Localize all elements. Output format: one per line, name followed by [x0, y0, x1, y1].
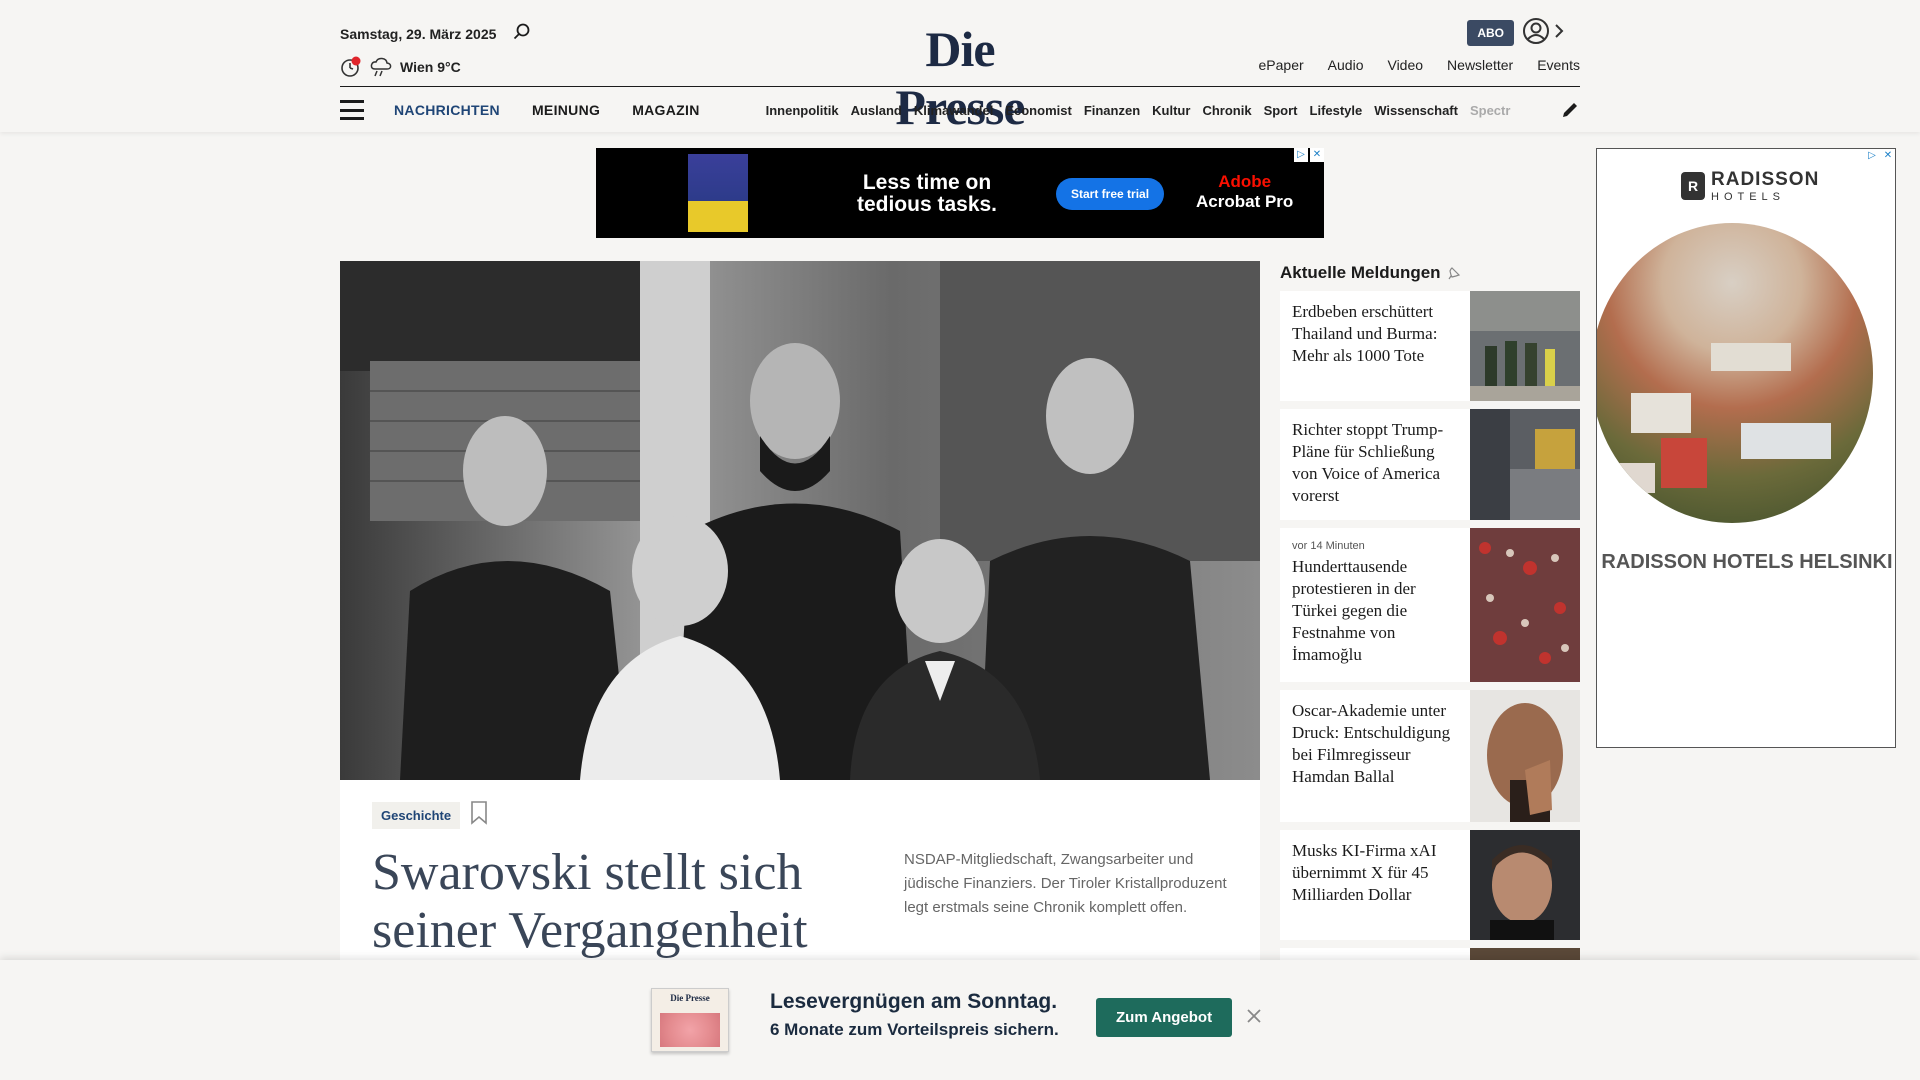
- radisson-brand: RADISSON: [1711, 169, 1820, 190]
- news-item-title: Richter stoppt Trump-Pläne für Schließun…: [1292, 420, 1444, 505]
- nav-kultur[interactable]: Kultur: [1152, 103, 1190, 118]
- nav-chronik[interactable]: Chronik: [1202, 103, 1251, 118]
- ad-close-icon[interactable]: ✕: [1881, 149, 1895, 163]
- news-item-thumbnail: [1470, 409, 1580, 520]
- historical-photo: [340, 261, 1260, 780]
- main-navigation: NACHRICHTEN MEINUNG MAGAZIN Innenpolitik…: [340, 96, 1580, 124]
- service-links: ePaper Audio Video Newsletter Events: [1259, 57, 1580, 73]
- header-inner: Samstag, 29. März 2025 Wien 9°C Die Pres…: [340, 0, 1580, 135]
- news-item-title: Musks KI-Firma xAI übernimmt X für 45 Mi…: [1292, 841, 1437, 904]
- ad-brand-line1: Adobe: [1218, 172, 1272, 191]
- nav-innenpolitik[interactable]: Innenpolitik: [766, 103, 839, 118]
- ad-controls-right: ▷ ✕: [1865, 149, 1895, 163]
- promo-text: Lesevergnügen am Sonntag. 6 Monate zum V…: [770, 990, 1059, 1040]
- promo-subline: 6 Monate zum Vorteilspreis sichern.: [770, 1020, 1059, 1039]
- promo-newspaper-thumbnail: Die Presse: [651, 988, 729, 1052]
- article-teaser: NSDAP-Mitgliedschaft, Zwangsarbeiter und…: [904, 851, 1227, 916]
- article-hero-image[interactable]: [340, 261, 1260, 780]
- ad-cta-button[interactable]: Start free trial: [1056, 178, 1165, 210]
- nav-lifestyle[interactable]: Lifestyle: [1310, 103, 1363, 118]
- nav-ausland[interactable]: Ausland: [851, 103, 902, 118]
- rain-cloud-icon: [370, 57, 392, 77]
- news-item-title-block: vor 14 Minuten Hunderttausende protestie…: [1292, 538, 1464, 666]
- news-item-thumbnail: [1470, 528, 1580, 682]
- nav-economist[interactable]: Economist: [1005, 103, 1071, 118]
- nav-wissenschaft[interactable]: Wissenschaft: [1374, 103, 1458, 118]
- promo-headline: Lesevergnügen am Sonntag.: [770, 990, 1058, 1013]
- ad-brand: Adobe Acrobat Pro: [1196, 172, 1293, 212]
- news-item[interactable]: Musks KI-Firma xAI übernimmt X für 45 Mi…: [1280, 830, 1580, 940]
- radisson-mark-icon: R: [1681, 172, 1705, 200]
- primary-nav: NACHRICHTEN MEINUNG MAGAZIN: [394, 102, 700, 118]
- promo-offer-button[interactable]: Zum Angebot: [1096, 998, 1233, 1037]
- account-button[interactable]: [1522, 16, 1570, 46]
- notification-clock-icon[interactable]: [340, 56, 362, 78]
- article-category-tag[interactable]: Geschichte: [372, 802, 461, 829]
- radisson-brand-sub: HOTELS: [1711, 191, 1786, 203]
- pencil-icon[interactable]: [1560, 100, 1580, 120]
- ad-brand-line2: Acrobat Pro: [1196, 192, 1294, 211]
- news-item-thumbnail: [1470, 830, 1580, 940]
- nav-spectrum[interactable]: Spectr: [1470, 103, 1510, 118]
- section-nav: Innenpolitik Ausland Klimawandel Economi…: [766, 103, 1526, 118]
- ad-headline: Less time on tedious tasks.: [856, 171, 998, 216]
- news-item-thumbnail: [1470, 291, 1580, 401]
- pin-icon: [1448, 267, 1460, 280]
- news-item-timestamp: vor 14 Minuten: [1292, 540, 1365, 552]
- news-item-title: Hunderttausende protestieren in der Türk…: [1292, 557, 1416, 664]
- nav-magazin[interactable]: MAGAZIN: [632, 102, 699, 118]
- news-item[interactable]: Erdbeben erschüttert Thailand und Burma:…: [1280, 291, 1580, 401]
- lead-article-card[interactable]: Geschichte Swarovski stellt sich seiner …: [340, 780, 1260, 980]
- weather-label: Wien 9°C: [400, 59, 461, 75]
- adchoices-icon[interactable]: ▷: [1294, 148, 1308, 162]
- nav-nachrichten[interactable]: NACHRICHTEN: [394, 102, 500, 118]
- news-item[interactable]: vor 14 Minuten Hunderttausende protestie…: [1280, 528, 1580, 682]
- chevron-right-icon: [1555, 24, 1564, 38]
- promo-thumb-logo: Die Presse: [670, 993, 710, 1003]
- news-item[interactable]: Richter stoppt Trump-Pläne für Schließun…: [1280, 409, 1580, 520]
- adchoices-icon[interactable]: ▷: [1865, 149, 1879, 163]
- latest-news-sidebar: Aktuelle Meldungen Erdbeben erschüttert …: [1280, 258, 1580, 968]
- close-icon[interactable]: [1246, 1008, 1262, 1024]
- search-icon[interactable]: [512, 22, 532, 42]
- user-icon: [1523, 18, 1549, 44]
- ad-controls: ▷ ✕: [1294, 148, 1324, 162]
- nav-klimawandel[interactable]: Klimawandel: [914, 103, 993, 118]
- promo-thumb-image: [660, 1013, 720, 1047]
- nav-meinung[interactable]: MEINUNG: [532, 102, 600, 118]
- nav-finanzen[interactable]: Finanzen: [1084, 103, 1140, 118]
- link-epaper[interactable]: ePaper: [1259, 57, 1304, 73]
- abo-button[interactable]: ABO: [1467, 20, 1514, 46]
- bookmark-icon[interactable]: [470, 801, 488, 825]
- ad-caption: RADISSON HOTELS HELSINKI: [1601, 551, 1893, 573]
- news-item-title: Oscar-Akademie unter Druck: Entschuldigu…: [1292, 701, 1451, 786]
- news-item-title: Erdbeben erschüttert Thailand und Burma:…: [1292, 302, 1438, 365]
- link-events[interactable]: Events: [1537, 57, 1580, 73]
- sidebar-title-text: Aktuelle Meldungen: [1280, 263, 1441, 282]
- site-header: Samstag, 29. März 2025 Wien 9°C Die Pres…: [0, 0, 1920, 135]
- article-headline[interactable]: Swarovski stellt sich seiner Vergangenhe…: [372, 844, 842, 960]
- ad-product-image: [688, 154, 748, 232]
- helsinki-city-photo: [1597, 223, 1873, 523]
- news-item-thumbnail: [1470, 690, 1580, 822]
- news-item[interactable]: Oscar-Akademie unter Druck: Entschuldigu…: [1280, 690, 1580, 822]
- header-divider: [340, 86, 1580, 87]
- ad-close-icon[interactable]: ✕: [1310, 148, 1324, 162]
- link-video[interactable]: Video: [1387, 57, 1423, 73]
- sidebar-ad[interactable]: ▷ ✕ R RADISSON HOTELS RADISSON HOTELS HE…: [1596, 148, 1896, 748]
- sidebar-title: Aktuelle Meldungen: [1280, 258, 1580, 288]
- nav-sport[interactable]: Sport: [1264, 103, 1298, 118]
- link-newsletter[interactable]: Newsletter: [1447, 57, 1513, 73]
- header-date: Samstag, 29. März 2025: [340, 26, 497, 42]
- top-banner-ad[interactable]: Less time on tedious tasks. Start free t…: [596, 148, 1324, 238]
- link-audio[interactable]: Audio: [1328, 57, 1364, 73]
- menu-icon[interactable]: [340, 100, 364, 120]
- radisson-logo: R RADISSON HOTELS: [1681, 169, 1819, 203]
- weather-widget[interactable]: Wien 9°C: [340, 56, 461, 78]
- subscription-promo-bar: Die Presse Lesevergnügen am Sonntag. 6 M…: [0, 960, 1920, 1080]
